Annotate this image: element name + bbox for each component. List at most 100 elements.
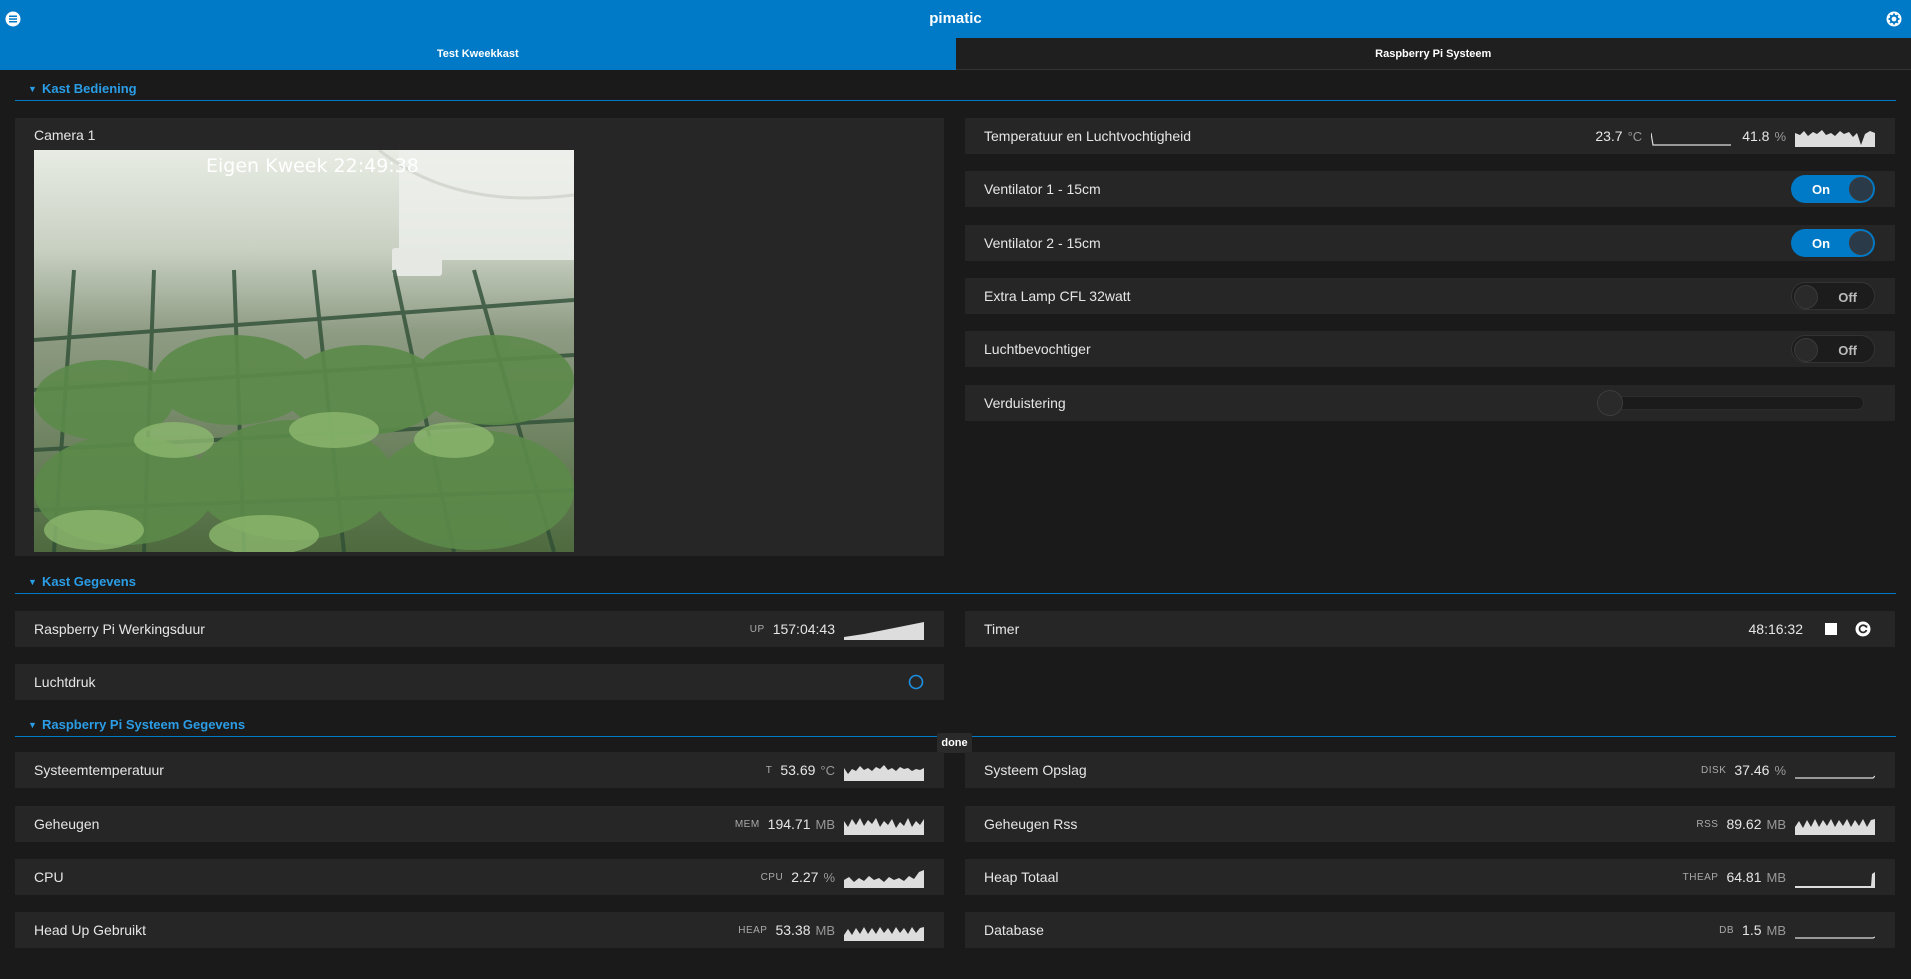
section-title: Kast Gegevens bbox=[42, 574, 136, 589]
uptime-label: Raspberry Pi Werkingsduur bbox=[34, 621, 205, 637]
temperature-sparkline bbox=[1651, 132, 1732, 146]
loading-circle-icon bbox=[908, 674, 924, 690]
switch-row-extra-lamp: Extra Lamp CFL 32watt Off bbox=[965, 278, 1895, 314]
toggle-knob bbox=[1794, 285, 1818, 309]
tab-test-kweekkast[interactable]: Test Kweekkast bbox=[0, 38, 956, 70]
uptime-value: 157:04:43 bbox=[772, 621, 835, 637]
temp-humidity-label: Temperatuur en Luchtvochtigheid bbox=[984, 128, 1192, 144]
system-unit: °C bbox=[820, 762, 835, 778]
system-row-opslag: Systeem Opslag DISK 37.46 % bbox=[965, 752, 1895, 788]
caret-down-icon: ▼ bbox=[28, 84, 37, 94]
stop-button[interactable] bbox=[1821, 619, 1841, 639]
uptime-row: Raspberry Pi Werkingsduur UP 157:04:43 bbox=[15, 611, 944, 647]
camera-image[interactable]: Eigen Kweek 22:49:38 bbox=[34, 150, 574, 552]
system-label: Database bbox=[984, 922, 1044, 938]
system-label: Geheugen bbox=[34, 816, 100, 832]
system-sparkline bbox=[1795, 775, 1875, 779]
humidity-sparkline bbox=[1795, 130, 1875, 147]
tab-raspberry-pi-systeem[interactable]: Raspberry Pi Systeem bbox=[955, 38, 1911, 70]
gear-icon[interactable] bbox=[1884, 9, 1904, 29]
caret-down-icon: ▼ bbox=[28, 720, 37, 730]
system-row-heap-totaal: Heap Totaal THEAP 64.81 MB bbox=[965, 859, 1895, 895]
system-label: Head Up Gebruikt bbox=[34, 922, 147, 938]
system-acronym: MEM bbox=[734, 818, 760, 830]
toggle-state: Off bbox=[1838, 290, 1857, 305]
humidity-unit: % bbox=[1774, 128, 1786, 144]
system-label: CPU bbox=[34, 869, 64, 885]
stop-icon bbox=[1825, 623, 1837, 635]
refresh-icon bbox=[1855, 621, 1871, 637]
system-acronym: T bbox=[765, 764, 773, 776]
timer-label: Timer bbox=[984, 621, 1020, 637]
system-unit: MB bbox=[815, 922, 836, 938]
system-row-heap-gebruikt: Head Up Gebruikt HEAP 53.38 MB bbox=[15, 912, 944, 948]
toggle-state: On bbox=[1812, 182, 1831, 197]
section-title: Raspberry Pi Systeem Gegevens bbox=[42, 717, 246, 732]
system-label: Geheugen Rss bbox=[984, 816, 1078, 832]
switch-label: Luchtbevochtiger bbox=[984, 341, 1091, 357]
system-acronym: HEAP bbox=[738, 924, 768, 936]
temperature-value: 23.7 bbox=[1595, 128, 1623, 144]
system-unit: MB bbox=[815, 816, 836, 832]
timer-row: Timer 48:16:32 bbox=[965, 611, 1895, 647]
timer-value: 48:16:32 bbox=[1748, 621, 1804, 637]
system-row-temperatuur: Systeemtemperatuur T 53.69 °C bbox=[15, 752, 944, 788]
temp-humidity-values: 23.7 °C 41.8 % bbox=[1595, 118, 1875, 154]
system-acronym: RSS bbox=[1696, 818, 1719, 830]
system-unit: % bbox=[823, 869, 835, 885]
app-title: pimatic bbox=[929, 10, 982, 27]
app-header: pimatic bbox=[0, 0, 1911, 38]
toggle-luchtbevochtiger[interactable]: Off bbox=[1791, 335, 1875, 363]
system-sparkline bbox=[844, 927, 924, 941]
system-value: 64.81 bbox=[1726, 869, 1762, 885]
section-kast-bediening[interactable]: ▼ Kast Bediening bbox=[15, 81, 1896, 101]
system-label: Systeem Opslag bbox=[984, 762, 1087, 778]
toggle-state: On bbox=[1812, 236, 1831, 251]
system-sparkline bbox=[1795, 872, 1875, 888]
system-acronym: THEAP bbox=[1682, 871, 1719, 883]
toggle-state: Off bbox=[1838, 343, 1857, 358]
temp-humidity-row: Temperatuur en Luchtvochtigheid 23.7 °C … bbox=[965, 118, 1895, 154]
uptime-acronym: UP bbox=[749, 623, 765, 635]
system-label: Systeemtemperatuur bbox=[34, 762, 164, 778]
section-kast-gegevens[interactable]: ▼ Kast Gegevens bbox=[15, 574, 1896, 594]
luchtdruk-row: Luchtdruk bbox=[15, 664, 944, 700]
switch-row-luchtbevochtiger: Luchtbevochtiger Off bbox=[965, 331, 1895, 367]
toggle-knob bbox=[1849, 177, 1873, 201]
page-tabs: Test Kweekkast Raspberry Pi Systeem bbox=[0, 38, 1911, 70]
reset-button[interactable] bbox=[1853, 619, 1873, 639]
dimmer-slider-track[interactable] bbox=[1608, 396, 1864, 410]
system-row-cpu: CPU CPU 2.27 % bbox=[15, 859, 944, 895]
humidity-value: 41.8 bbox=[1742, 128, 1770, 144]
system-sparkline bbox=[844, 818, 924, 835]
dimmer-slider-handle[interactable] bbox=[1597, 390, 1623, 416]
system-unit: MB bbox=[1766, 816, 1787, 832]
tooltip-done: done bbox=[937, 733, 972, 753]
dimmer-label: Verduistering bbox=[984, 395, 1066, 411]
toggle-ventilator-1[interactable]: On bbox=[1791, 175, 1875, 203]
system-row-geheugen: Geheugen MEM 194.71 MB bbox=[15, 806, 944, 842]
switch-label: Ventilator 2 - 15cm bbox=[984, 235, 1101, 251]
uptime-sparkline bbox=[844, 622, 924, 640]
system-sparkline bbox=[844, 870, 924, 888]
toggle-ventilator-2[interactable]: On bbox=[1791, 229, 1875, 257]
system-sparkline bbox=[844, 765, 924, 781]
temperature-unit: °C bbox=[1627, 128, 1643, 144]
system-sparkline bbox=[1795, 936, 1875, 939]
system-label: Heap Totaal bbox=[984, 869, 1059, 885]
section-title: Kast Bediening bbox=[42, 81, 137, 96]
camera-overlay-text: Eigen Kweek 22:49:38 bbox=[206, 155, 419, 177]
camera-card: Camera 1 Eigen Kweek 22:49:38 bbox=[15, 118, 944, 556]
system-value: 89.62 bbox=[1726, 816, 1762, 832]
system-value: 1.5 bbox=[1742, 922, 1762, 938]
system-value: 37.46 bbox=[1734, 762, 1770, 778]
system-unit: MB bbox=[1766, 922, 1787, 938]
caret-down-icon: ▼ bbox=[28, 577, 37, 587]
camera-label: Camera 1 bbox=[34, 127, 96, 143]
toggle-extra-lamp[interactable]: Off bbox=[1791, 282, 1875, 310]
system-unit: MB bbox=[1766, 869, 1787, 885]
system-acronym: DB bbox=[1719, 924, 1735, 936]
system-acronym: CPU bbox=[760, 871, 784, 883]
toggle-knob bbox=[1849, 231, 1873, 255]
system-unit: % bbox=[1774, 762, 1786, 778]
